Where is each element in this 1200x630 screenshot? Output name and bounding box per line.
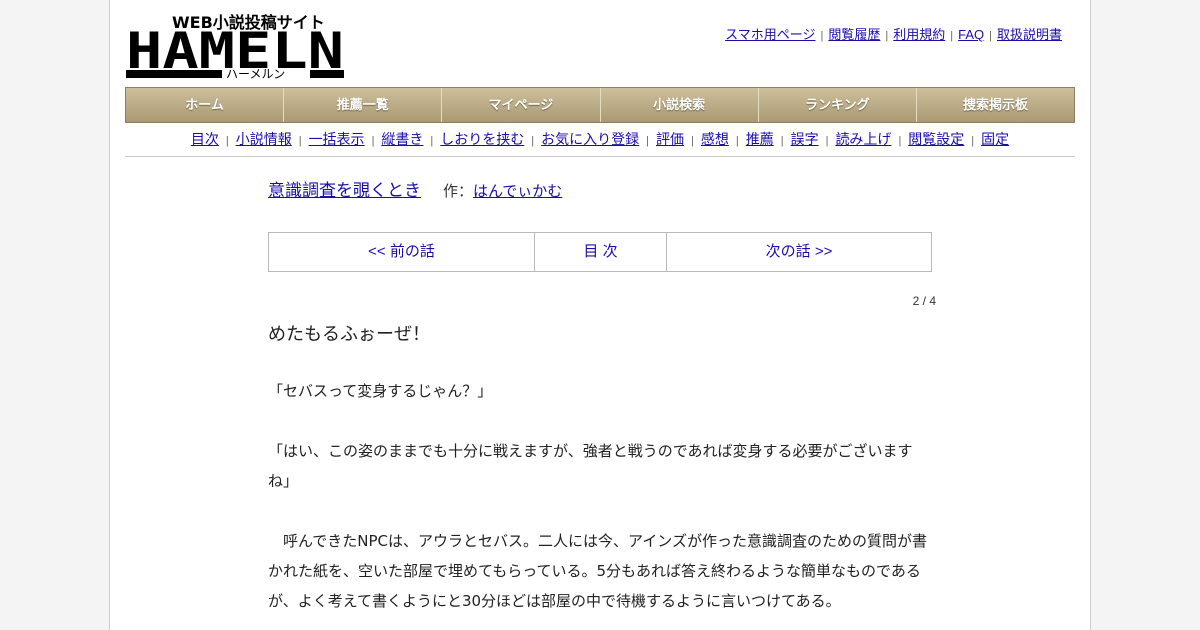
toplink-history[interactable]: 閲覧履歴 — [828, 27, 880, 42]
main-nav: ホーム 推薦一覧 マイページ 小説検索 ランキング 捜索掲示板 — [125, 87, 1075, 123]
subnav-read-aloud[interactable]: 読み上げ — [835, 131, 891, 147]
subnav-bookmark[interactable]: しおりを挟む — [440, 131, 524, 147]
subnav-rating[interactable]: 評価 — [656, 131, 684, 147]
chapter-title: めたもるふぉーぜ！ — [268, 324, 430, 345]
novel-title-link[interactable]: 意識調査を覗くとき — [268, 181, 421, 200]
subnav-favorite[interactable]: お気に入り登録 — [541, 131, 639, 147]
subnav-novel-info[interactable]: 小説情報 — [236, 131, 292, 147]
nav-mypage[interactable]: マイページ — [442, 88, 601, 122]
chapter-nav: << 前の話 目 次 次の話 >> — [268, 232, 932, 272]
subnav-show-all[interactable]: 一括表示 — [309, 131, 365, 147]
novel-content: 意識調査を覗くとき 作：はんでぃかむ << 前の話 目 次 次の話 >> 2 / … — [268, 176, 936, 610]
author-link[interactable]: はんでぃかむ — [473, 183, 562, 200]
paragraph: 「セバスって変身するじゃん？」 — [268, 382, 493, 400]
toplink-terms[interactable]: 利用規約 — [893, 27, 945, 42]
top-links: スマホ用ページ | 閲覧履歴 | 利用規約 | FAQ | 取扱説明書 — [725, 27, 1062, 42]
paragraph: 呼んできたNPCは、アウラとセバス。二人には今、アインズが作った意識調査のための… — [268, 532, 927, 610]
page-container: WEB小説投稿サイト HAMELN ハーメルン スマホ用ページ | 閲覧履歴 | 利用規… — [109, 0, 1091, 630]
nav-recommend[interactable]: 推薦一覧 — [284, 88, 443, 122]
nav-ranking[interactable]: ランキング — [759, 88, 917, 122]
subnav-pin[interactable]: 固定 — [981, 131, 1009, 147]
nav-novel-search[interactable]: 小説検索 — [601, 88, 759, 122]
subnav-view-settings[interactable]: 閲覧設定 — [908, 131, 964, 147]
toplink-smartphone[interactable]: スマホ用ページ — [725, 27, 815, 42]
page-number: 2 / 4 — [912, 294, 936, 308]
hameln-logo[interactable]: WEB小説投稿サイト HAMELN ハーメルン — [126, 10, 346, 80]
nav-search-board[interactable]: 捜索掲示板 — [917, 88, 1074, 122]
toplink-manual[interactable]: 取扱説明書 — [997, 27, 1062, 42]
chapter-body: 「セバスって変身するじゃん？」 「はい、この姿のままでも十分に戦えますが、強者と… — [268, 376, 932, 616]
subnav-vertical[interactable]: 縦書き — [381, 131, 423, 147]
sub-nav: 目次 | 小説情報 | 一括表示 | 縦書き | しおりを挟む | お気に入り登録 | 評価 | 感想 | 推薦… — [125, 122, 1075, 157]
title-line: 意識調査を覗くとき 作：はんでぃかむ — [268, 176, 932, 201]
prev-chapter-button[interactable]: << 前の話 — [269, 233, 535, 271]
toplink-faq[interactable]: FAQ — [958, 27, 984, 42]
next-chapter-button[interactable]: 次の話 >> — [667, 233, 931, 271]
subnav-recommend[interactable]: 推薦 — [746, 131, 774, 147]
nav-home[interactable]: ホーム — [126, 88, 285, 122]
subnav-comments[interactable]: 感想 — [701, 131, 729, 147]
subnav-typo[interactable]: 誤字 — [791, 131, 819, 147]
author-label: 作： — [443, 183, 474, 200]
toc-button[interactable]: 目 次 — [535, 233, 667, 271]
logo-kana: ハーメルン — [226, 67, 285, 80]
paragraph: 「はい、この姿のままでも十分に戦えますが、強者と戦うのであれば変身する必要がござ… — [268, 442, 913, 490]
subnav-toc[interactable]: 目次 — [191, 131, 219, 147]
